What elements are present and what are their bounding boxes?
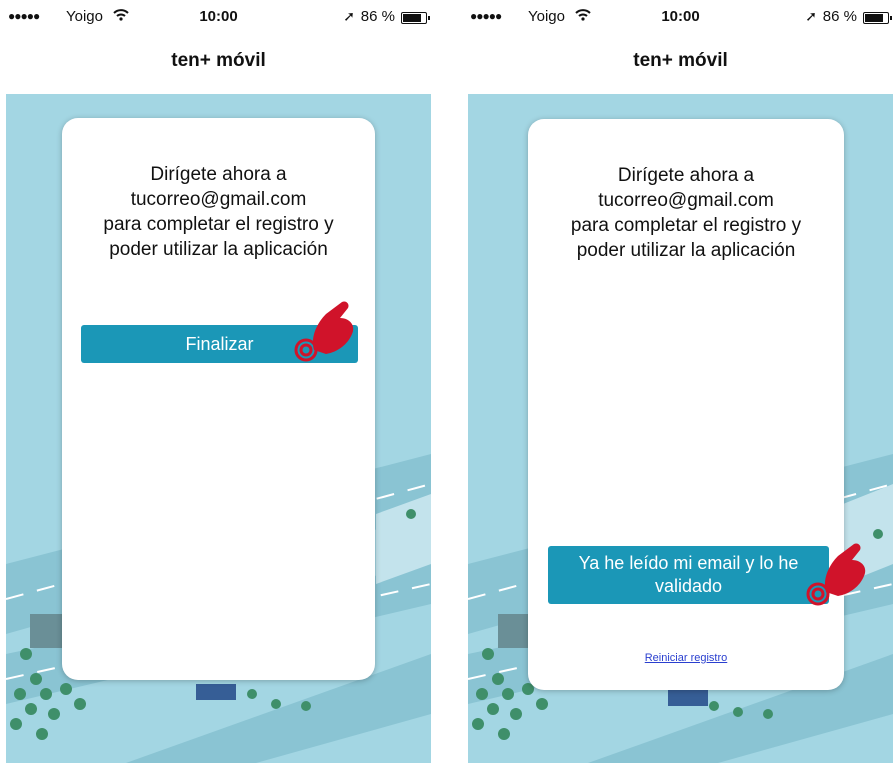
button-label-line: validado — [654, 576, 723, 596]
battery-percent: 86 % — [822, 8, 857, 25]
email-validated-button[interactable]: Ya he leído mi email y lo he validado — [548, 546, 829, 604]
message-line: poder utilizar la aplicación — [576, 240, 796, 261]
button-label-line: Ya he leído mi email y lo he — [578, 553, 799, 573]
message-line: para completar el registro y — [570, 215, 802, 236]
location-arrow-icon: ➚ — [805, 8, 817, 24]
registration-card: Dirígete ahora a tucorreo@gmail.com para… — [62, 118, 375, 680]
battery-icon — [401, 12, 430, 24]
registration-card: Dirígete ahora a tucorreo@gmail.com para… — [528, 119, 844, 690]
message-line: tucorreo@gmail.com — [130, 189, 307, 210]
status-bar: ●●●●● Yoigo 10:00 ➚ 86 % — [468, 0, 893, 34]
battery-percent: 86 % — [360, 8, 395, 25]
instruction-message: Dirígete ahora a tucorreo@gmail.com para… — [528, 163, 844, 263]
message-line: para completar el registro y — [103, 214, 334, 235]
battery-icon — [863, 12, 892, 24]
nav-bar: ten+ móvil — [468, 34, 893, 94]
message-line: Dirígete ahora a — [150, 164, 287, 185]
location-arrow-icon: ➚ — [343, 8, 355, 24]
phone-screen-right: ●●●●● Yoigo 10:00 ➚ 86 % ten+ móvil Dirí… — [468, 0, 893, 763]
phone-screen-left: ●●●●● Yoigo 10:00 ➚ 86 % ten+ móvil Dirí… — [6, 0, 431, 763]
tap-hand-icon — [294, 301, 354, 362]
tap-hand-icon — [806, 543, 866, 606]
status-bar: ●●●●● Yoigo 10:00 ➚ 86 % — [6, 0, 431, 34]
nav-bar: ten+ móvil — [6, 34, 431, 94]
message-line: Dirígete ahora a — [617, 165, 755, 186]
nav-title: ten+ móvil — [171, 50, 266, 71]
message-line: poder utilizar la aplicación — [109, 239, 328, 260]
message-line: tucorreo@gmail.com — [598, 190, 774, 211]
restart-registration-link[interactable]: Reiniciar registro — [528, 652, 844, 664]
instruction-message: Dirígete ahora a tucorreo@gmail.com para… — [62, 162, 375, 262]
nav-title: ten+ móvil — [633, 50, 728, 71]
